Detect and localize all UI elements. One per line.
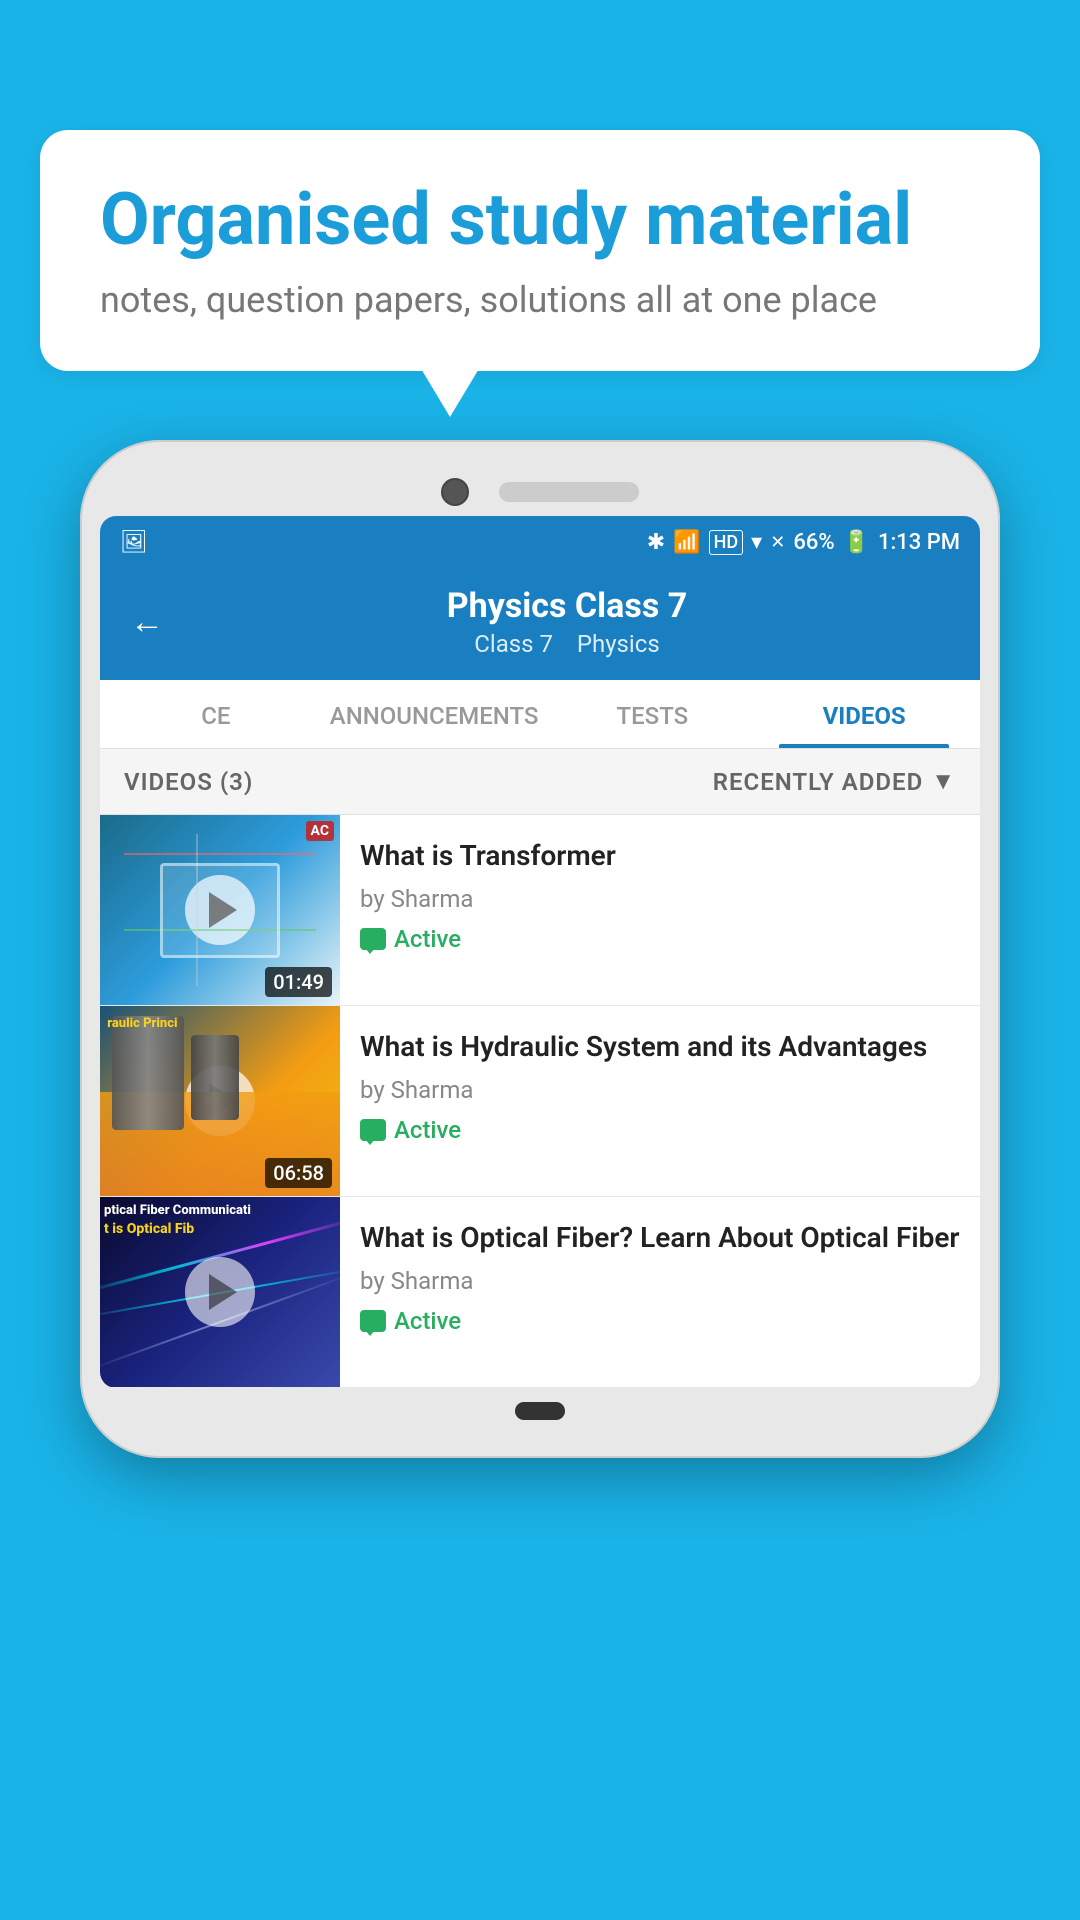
battery-icon: 🔋 <box>843 530 870 555</box>
video-author-3: by Sharma <box>360 1267 960 1295</box>
chat-icon-1 <box>360 928 386 950</box>
phone-bottom-bar <box>100 1388 980 1438</box>
video-thumbnail-2: raulic Princi 06:58 <box>100 1006 340 1196</box>
video-thumbnail-3: ptical Fiber Communicati t is Optical Fi… <box>100 1197 340 1387</box>
video-item-fiber[interactable]: ptical Fiber Communicati t is Optical Fi… <box>100 1197 980 1388</box>
battery-percent: 66% <box>793 530 834 555</box>
header-subject: Physics <box>577 630 660 658</box>
video-item-transformer[interactable]: AC 01:49 What is Transformer by Sharma A… <box>100 815 980 1006</box>
video-thumbnail-1: AC 01:49 <box>100 815 340 1005</box>
play-button-3[interactable] <box>185 1257 255 1327</box>
video-title-3: What is Optical Fiber? Learn About Optic… <box>360 1219 960 1257</box>
active-label-2: Active <box>394 1116 461 1144</box>
phone-outer: 🖼 ✱ 📶 HD ▾ ✕ 66% 🔋 1:13 PM ← Physics Cla… <box>80 440 1000 1458</box>
status-left-icons: 🖼 <box>120 530 150 555</box>
speech-bubble-subtitle: notes, question papers, solutions all at… <box>100 279 980 321</box>
videos-section-header: VIDEOS (3) RECENTLY ADDED ▼ <box>100 749 980 815</box>
hd-badge: HD <box>709 530 744 555</box>
video-author-2: by Sharma <box>360 1076 960 1104</box>
phone-mockup: 🖼 ✱ 📶 HD ▾ ✕ 66% 🔋 1:13 PM ← Physics Cla… <box>80 440 1000 1920</box>
video-list: AC 01:49 What is Transformer by Sharma A… <box>100 815 980 1388</box>
header-class: Class 7 <box>474 630 553 658</box>
active-badge-2: Active <box>360 1116 960 1144</box>
phone-camera <box>441 478 469 506</box>
video-title-1: What is Transformer <box>360 837 960 875</box>
video-title-2: What is Hydraulic System and its Advanta… <box>360 1028 960 1066</box>
tab-bar: CE ANNOUNCEMENTS TESTS VIDEOS <box>100 680 980 749</box>
video-author-1: by Sharma <box>360 885 960 913</box>
video-duration-1: 01:49 <box>265 967 332 997</box>
chat-icon-2 <box>360 1119 386 1141</box>
home-button[interactable] <box>515 1402 565 1420</box>
speech-bubble-title: Organised study material <box>100 180 980 259</box>
active-label-1: Active <box>394 925 461 953</box>
phone-speaker <box>499 482 639 502</box>
video-item-hydraulic[interactable]: raulic Princi 06:58 What is Hydraulic Sy… <box>100 1006 980 1197</box>
videos-count: VIDEOS (3) <box>124 768 253 796</box>
speech-bubble: Organised study material notes, question… <box>40 130 1040 371</box>
phone-top-bar <box>100 460 980 516</box>
active-badge-3: Active <box>360 1307 960 1335</box>
video-info-3: What is Optical Fiber? Learn About Optic… <box>340 1197 980 1387</box>
wifi-icon: ▾ <box>751 530 762 555</box>
header-title-block: Physics Class 7 Class 7 Physics <box>184 586 950 658</box>
status-bar: 🖼 ✱ 📶 HD ▾ ✕ 66% 🔋 1:13 PM <box>100 516 980 568</box>
active-label-3: Active <box>394 1307 461 1335</box>
sort-dropdown[interactable]: RECENTLY ADDED ▼ <box>713 767 956 796</box>
bluetooth-icon: ✱ <box>647 530 665 555</box>
network-icon: ✕ <box>770 532 785 553</box>
image-icon: 🖼 <box>120 530 148 555</box>
tab-announcements[interactable]: ANNOUNCEMENTS <box>322 680 547 748</box>
header-subtitle: Class 7 Physics <box>184 630 950 658</box>
tab-ce[interactable]: CE <box>110 680 322 748</box>
tab-tests[interactable]: TESTS <box>546 680 758 748</box>
status-right: ✱ 📶 HD ▾ ✕ 66% 🔋 1:13 PM <box>647 530 960 555</box>
active-badge-1: Active <box>360 925 960 953</box>
chat-icon-3 <box>360 1310 386 1332</box>
video-info-1: What is Transformer by Sharma Active <box>340 815 980 1005</box>
sort-label: RECENTLY ADDED <box>713 768 924 796</box>
back-button[interactable]: ← <box>130 602 164 642</box>
time: 1:13 PM <box>878 530 960 555</box>
signal-icon: 📶 <box>673 530 700 555</box>
tab-videos[interactable]: VIDEOS <box>758 680 970 748</box>
phone-screen: 🖼 ✱ 📶 HD ▾ ✕ 66% 🔋 1:13 PM ← Physics Cla… <box>100 516 980 1388</box>
app-header: ← Physics Class 7 Class 7 Physics <box>100 568 980 680</box>
chevron-down-icon: ▼ <box>931 767 956 796</box>
video-info-2: What is Hydraulic System and its Advanta… <box>340 1006 980 1196</box>
header-title: Physics Class 7 <box>184 586 950 626</box>
video-duration-2: 06:58 <box>265 1158 332 1188</box>
